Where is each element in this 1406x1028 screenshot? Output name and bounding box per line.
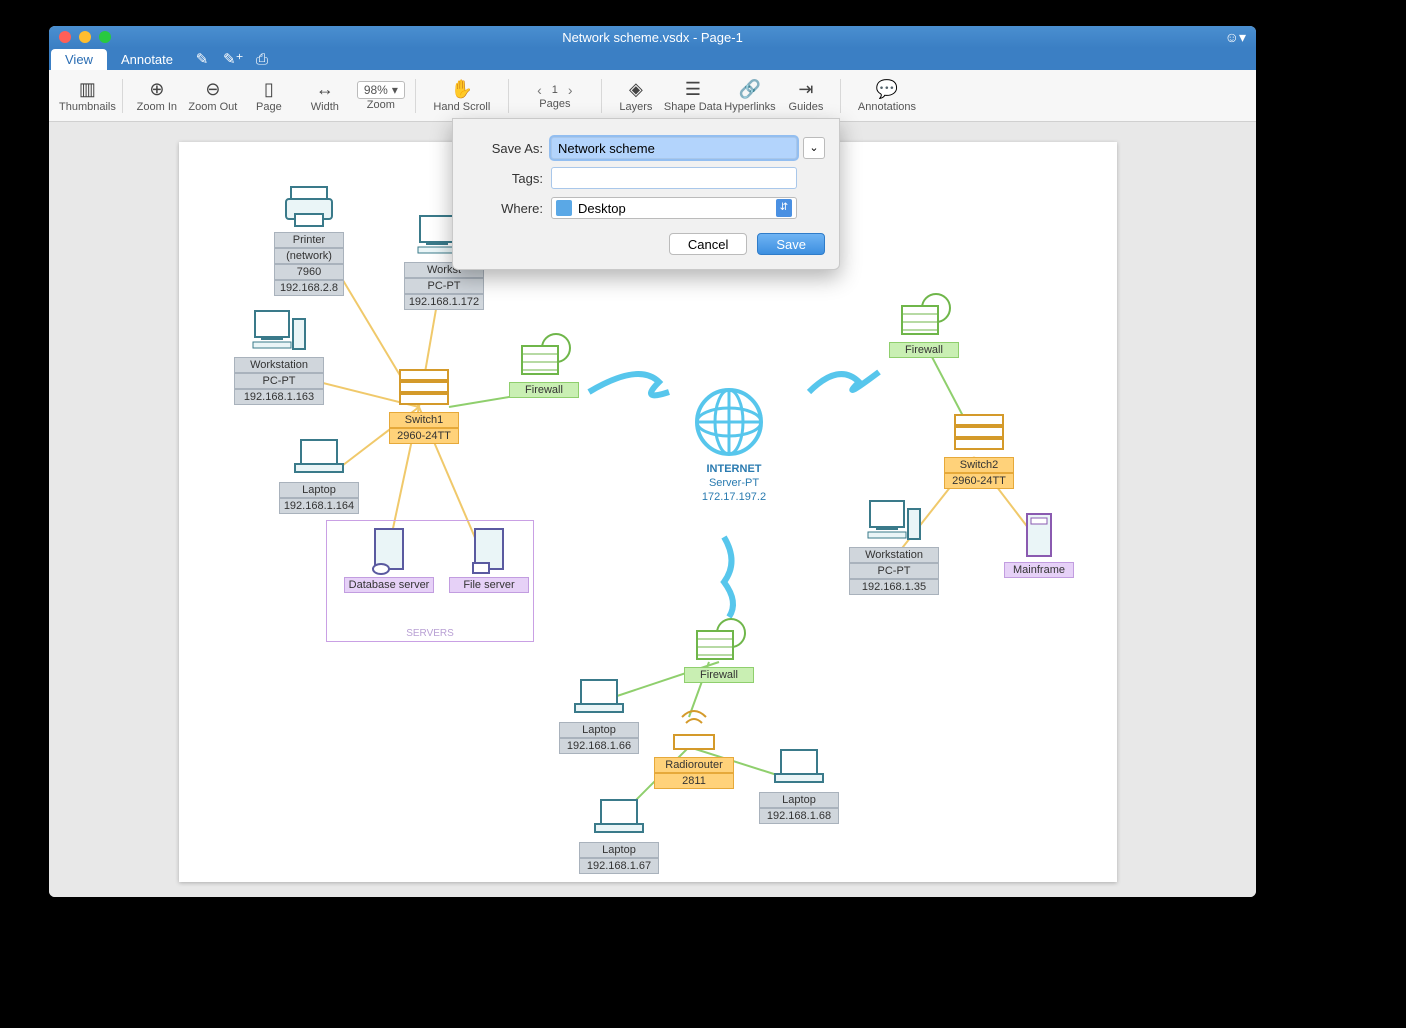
fit-page-button[interactable]: ▯Page bbox=[241, 70, 297, 121]
toolbar: ▥Thumbnails ⊕Zoom In ⊖Zoom Out ▯Page ↔Wi… bbox=[49, 70, 1256, 122]
node-workstation-3[interactable]: Workstation PC-PT 192.168.1.35 bbox=[849, 497, 939, 595]
signature-person-icon[interactable]: ✎⁺ bbox=[217, 48, 247, 70]
node-printer[interactable]: Printer (network) 7960 192.168.2.8 bbox=[274, 182, 344, 296]
saveas-label: Save As: bbox=[467, 141, 543, 156]
expand-button[interactable]: ⌄ bbox=[803, 137, 825, 159]
firewall-icon bbox=[691, 617, 747, 665]
printer-icon bbox=[281, 182, 337, 230]
width-icon: ↔ bbox=[316, 79, 334, 101]
prev-page-button[interactable]: ‹ bbox=[537, 82, 542, 98]
firewall-icon bbox=[516, 332, 572, 380]
annotations-button[interactable]: 💬Annotations bbox=[847, 70, 927, 121]
node-database-server[interactable]: Database server bbox=[344, 527, 434, 593]
workstation-icon bbox=[866, 497, 922, 545]
folder-icon bbox=[556, 200, 572, 216]
shape-data-button[interactable]: ☰Shape Data bbox=[664, 70, 722, 121]
save-dialog: Save As: ⌄ Tags: Where: Desktop ⇵ Cancel… bbox=[452, 118, 840, 270]
chevron-down-icon: ▾ bbox=[392, 83, 398, 97]
signature-icon[interactable]: ✎ bbox=[187, 48, 217, 70]
layers-icon: ◈ bbox=[629, 79, 643, 101]
guides-icon: ⇥ bbox=[798, 79, 813, 101]
switch-icon bbox=[396, 362, 452, 410]
feedback-icon[interactable]: ☺▾ bbox=[1225, 29, 1246, 46]
zoom-in-button[interactable]: ⊕Zoom In bbox=[129, 70, 185, 121]
node-firewall-1[interactable]: Firewall bbox=[509, 332, 579, 398]
thumbnails-icon: ▥ bbox=[79, 79, 96, 101]
firewall-icon bbox=[896, 292, 952, 340]
node-switch-1[interactable]: Switch1 2960-24TT bbox=[389, 362, 459, 444]
node-laptop-2[interactable]: Laptop 192.168.1.66 bbox=[559, 672, 639, 754]
thumbnails-button[interactable]: ▥Thumbnails bbox=[59, 70, 116, 121]
node-firewall-3[interactable]: Firewall bbox=[684, 617, 754, 683]
node-file-server[interactable]: File server bbox=[449, 527, 529, 593]
zoom-out-button[interactable]: ⊖Zoom Out bbox=[185, 70, 241, 121]
window-title: Network scheme.vsdx - Page-1 bbox=[49, 30, 1256, 45]
layers-button[interactable]: ◈Layers bbox=[608, 70, 664, 121]
hyperlinks-button[interactable]: 🔗Hyperlinks bbox=[722, 70, 778, 121]
server-icon bbox=[361, 527, 417, 575]
cancel-button[interactable]: Cancel bbox=[669, 233, 747, 255]
globe-icon bbox=[689, 382, 769, 462]
tags-label: Tags: bbox=[467, 171, 543, 186]
zoom-dropdown[interactable]: 98%▾Zoom bbox=[353, 70, 409, 121]
laptop-icon bbox=[591, 792, 647, 840]
print-icon[interactable]: ⎙ bbox=[247, 49, 277, 70]
router-icon bbox=[666, 707, 722, 755]
laptop-icon bbox=[771, 742, 827, 790]
next-page-button[interactable]: › bbox=[568, 82, 573, 98]
pages-nav: ‹ 1 › Pages bbox=[515, 70, 595, 121]
mainframe-icon bbox=[1011, 512, 1067, 560]
zoom-out-icon: ⊖ bbox=[205, 79, 220, 101]
page-number: 1 bbox=[552, 84, 558, 96]
node-laptop-4[interactable]: Laptop 192.168.1.68 bbox=[759, 742, 839, 824]
annotations-icon: 💬 bbox=[876, 79, 898, 101]
titlebar[interactable]: Network scheme.vsdx - Page-1 ☺▾ bbox=[49, 26, 1256, 48]
workstation-icon bbox=[251, 307, 307, 355]
chevron-updown-icon: ⇵ bbox=[776, 199, 792, 217]
server-icon bbox=[461, 527, 517, 575]
saveas-input[interactable] bbox=[551, 137, 797, 159]
node-laptop-3[interactable]: Laptop 192.168.1.67 bbox=[579, 792, 659, 874]
hyperlinks-icon: 🔗 bbox=[739, 79, 761, 101]
tags-input[interactable] bbox=[551, 167, 797, 189]
tab-view[interactable]: View bbox=[51, 49, 107, 70]
save-button[interactable]: Save bbox=[757, 233, 825, 255]
fit-width-button[interactable]: ↔Width bbox=[297, 70, 353, 121]
node-internet[interactable]: INTERNET Server-PT 172.17.197.2 bbox=[689, 382, 779, 504]
shapedata-icon: ☰ bbox=[685, 79, 701, 101]
guides-button[interactable]: ⇥Guides bbox=[778, 70, 834, 121]
laptop-icon bbox=[291, 432, 347, 480]
hand-icon: ✋ bbox=[451, 79, 473, 101]
page-icon: ▯ bbox=[264, 79, 274, 101]
mode-tabs: View Annotate ✎ ✎⁺ ⎙ bbox=[49, 48, 1256, 70]
zoom-in-icon: ⊕ bbox=[149, 79, 164, 101]
hand-scroll-button[interactable]: ✋Hand Scroll bbox=[422, 70, 502, 121]
switch-icon bbox=[951, 407, 1007, 455]
where-label: Where: bbox=[467, 201, 543, 216]
node-laptop-1[interactable]: Laptop 192.168.1.164 bbox=[279, 432, 359, 514]
node-switch-2[interactable]: Switch2 2960-24TT bbox=[944, 407, 1014, 489]
where-select[interactable]: Desktop ⇵ bbox=[551, 197, 797, 219]
node-workstation-2[interactable]: Workstation PC-PT 192.168.1.163 bbox=[234, 307, 324, 405]
node-mainframe[interactable]: Mainframe bbox=[1004, 512, 1074, 578]
node-firewall-2[interactable]: Firewall bbox=[889, 292, 959, 358]
node-radiorouter[interactable]: Radiorouter 2811 bbox=[654, 707, 734, 789]
tab-annotate[interactable]: Annotate bbox=[107, 49, 187, 70]
laptop-icon bbox=[571, 672, 627, 720]
